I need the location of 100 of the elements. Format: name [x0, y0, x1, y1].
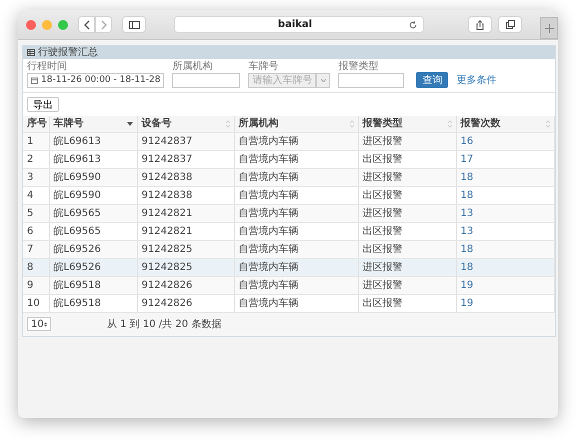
table-cell: 自营境内车辆 — [234, 168, 358, 186]
zoom-button[interactable] — [58, 20, 68, 30]
table-cell: 进区报警 — [358, 204, 456, 222]
date-range-field[interactable]: 18-11-26 00:00 - 18-11-28 — [27, 73, 164, 88]
table-cell: 17 — [456, 150, 554, 168]
close-button[interactable] — [26, 20, 36, 30]
table-cell: 91242838 — [137, 186, 234, 204]
table-cell: 8 — [23, 258, 49, 276]
reload-icon[interactable] — [409, 20, 417, 28]
table-cell: 皖L69590 — [49, 186, 137, 204]
minimize-button[interactable] — [42, 20, 52, 30]
caret-icon — [320, 79, 326, 82]
calendar-icon — [31, 77, 38, 84]
table-cell: 18 — [456, 258, 554, 276]
table-cell: 91242826 — [137, 294, 234, 312]
input-field[interactable] — [338, 73, 404, 88]
table-cell: 皖L69613 — [49, 132, 137, 150]
table-cell: 7 — [23, 240, 49, 258]
table-cell: 6 — [23, 222, 49, 240]
table-cell: 18 — [456, 168, 554, 186]
table-cell: 4 — [23, 186, 49, 204]
address-bar[interactable]: baikal — [174, 16, 424, 33]
table-cell: 10 — [23, 294, 49, 312]
sort-icon[interactable] — [448, 120, 452, 128]
table-cell: 18 — [456, 240, 554, 258]
column-header: 所属机构 — [238, 116, 278, 131]
table-cell: 5 — [23, 204, 49, 222]
sidebar-button[interactable] — [122, 16, 146, 33]
table-cell: 自营境内车辆 — [234, 276, 358, 294]
table-cell: 皖L69526 — [49, 240, 137, 258]
table-cell: 进区报警 — [358, 132, 456, 150]
table-cell: 19 — [456, 294, 554, 312]
table-cell: 自营境内车辆 — [234, 222, 358, 240]
table-cell: 出区报警 — [358, 294, 456, 312]
table-cell: 91242821 — [137, 204, 234, 222]
input-field[interactable] — [172, 73, 240, 88]
field-label: 所属机构 — [172, 61, 214, 73]
sort-icon[interactable] — [546, 120, 550, 128]
chevron-left-icon — [84, 20, 90, 30]
page-size-select[interactable]: 10 — [27, 317, 51, 331]
sort-icon[interactable] — [226, 120, 230, 128]
sort-descending-icon[interactable] — [126, 122, 132, 126]
table-cell: 进区报警 — [358, 276, 456, 294]
table-cell: 91242825 — [137, 240, 234, 258]
new-tab-button[interactable] — [540, 17, 558, 39]
share-button[interactable] — [468, 16, 492, 33]
table-cell: 皖L69518 — [49, 294, 137, 312]
table-cell: 皖L69565 — [49, 222, 137, 240]
plate-select-field: 请输入车牌号 — [248, 73, 316, 88]
field-label: 车牌号 — [248, 61, 280, 73]
table-cell: 91242838 — [137, 168, 234, 186]
column-header: 序号 — [27, 116, 47, 131]
table-cell: 出区报警 — [358, 150, 456, 168]
table-cell: 出区报警 — [358, 222, 456, 240]
table-cell: 9 — [23, 276, 49, 294]
table-cell: 自营境内车辆 — [234, 258, 358, 276]
column-header: 设备号 — [142, 116, 172, 131]
search-button[interactable]: 查询 — [416, 72, 448, 88]
table-cell: 自营境内车辆 — [234, 204, 358, 222]
tabs-icon — [506, 20, 514, 29]
sort-icon[interactable] — [350, 120, 354, 128]
column-header: 车牌号 — [54, 116, 84, 131]
plus-icon — [544, 24, 554, 32]
panel-title: 行驶报警汇总 — [38, 46, 98, 60]
table-cell: 13 — [456, 222, 554, 240]
table-icon — [27, 49, 35, 56]
table-cell: 自营境内车辆 — [234, 132, 358, 150]
updown-caret-icon — [44, 320, 47, 328]
export-button[interactable]: 导出 — [27, 97, 59, 112]
table-cell: 91242837 — [137, 132, 234, 150]
table-cell: 进区报警 — [358, 168, 456, 186]
column-header: 报警类型 — [362, 116, 402, 131]
field-label: 行程时间 — [27, 61, 68, 73]
table-cell: 皖L69613 — [49, 150, 137, 168]
table-cell: 自营境内车辆 — [234, 150, 358, 168]
table-cell: 自营境内车辆 — [234, 186, 358, 204]
table-cell: 2 — [23, 150, 49, 168]
table-cell: 皖L69526 — [49, 258, 137, 276]
table-cell: 皖L69565 — [49, 204, 137, 222]
table-cell: 3 — [23, 168, 49, 186]
table-cell: 皖L69518 — [49, 276, 137, 294]
table-cell: 出区报警 — [358, 186, 456, 204]
table-cell: 出区报警 — [358, 240, 456, 258]
table-cell: 自营境内车辆 — [234, 294, 358, 312]
column-header: 报警次数 — [460, 116, 500, 131]
sidebar-icon — [128, 20, 140, 28]
chevron-right-icon — [100, 20, 106, 30]
table-cell: 1 — [23, 132, 49, 150]
table-cell: 自营境内车辆 — [234, 240, 358, 258]
table-cell: 皖L69590 — [49, 168, 137, 186]
table-cell: 91242821 — [137, 222, 234, 240]
more-filters-link[interactable]: 更多条件 — [456, 73, 496, 88]
table-cell: 18 — [456, 186, 554, 204]
table-cell: 91242837 — [137, 150, 234, 168]
table-cell: 91242826 — [137, 276, 234, 294]
table-cell: 16 — [456, 132, 554, 150]
back-button[interactable] — [78, 16, 95, 33]
pagination-summary: 从 1 到 10 /共 20 条数据 — [107, 318, 222, 332]
table-cell: 进区报警 — [358, 258, 456, 276]
tabs-button[interactable] — [498, 16, 522, 33]
